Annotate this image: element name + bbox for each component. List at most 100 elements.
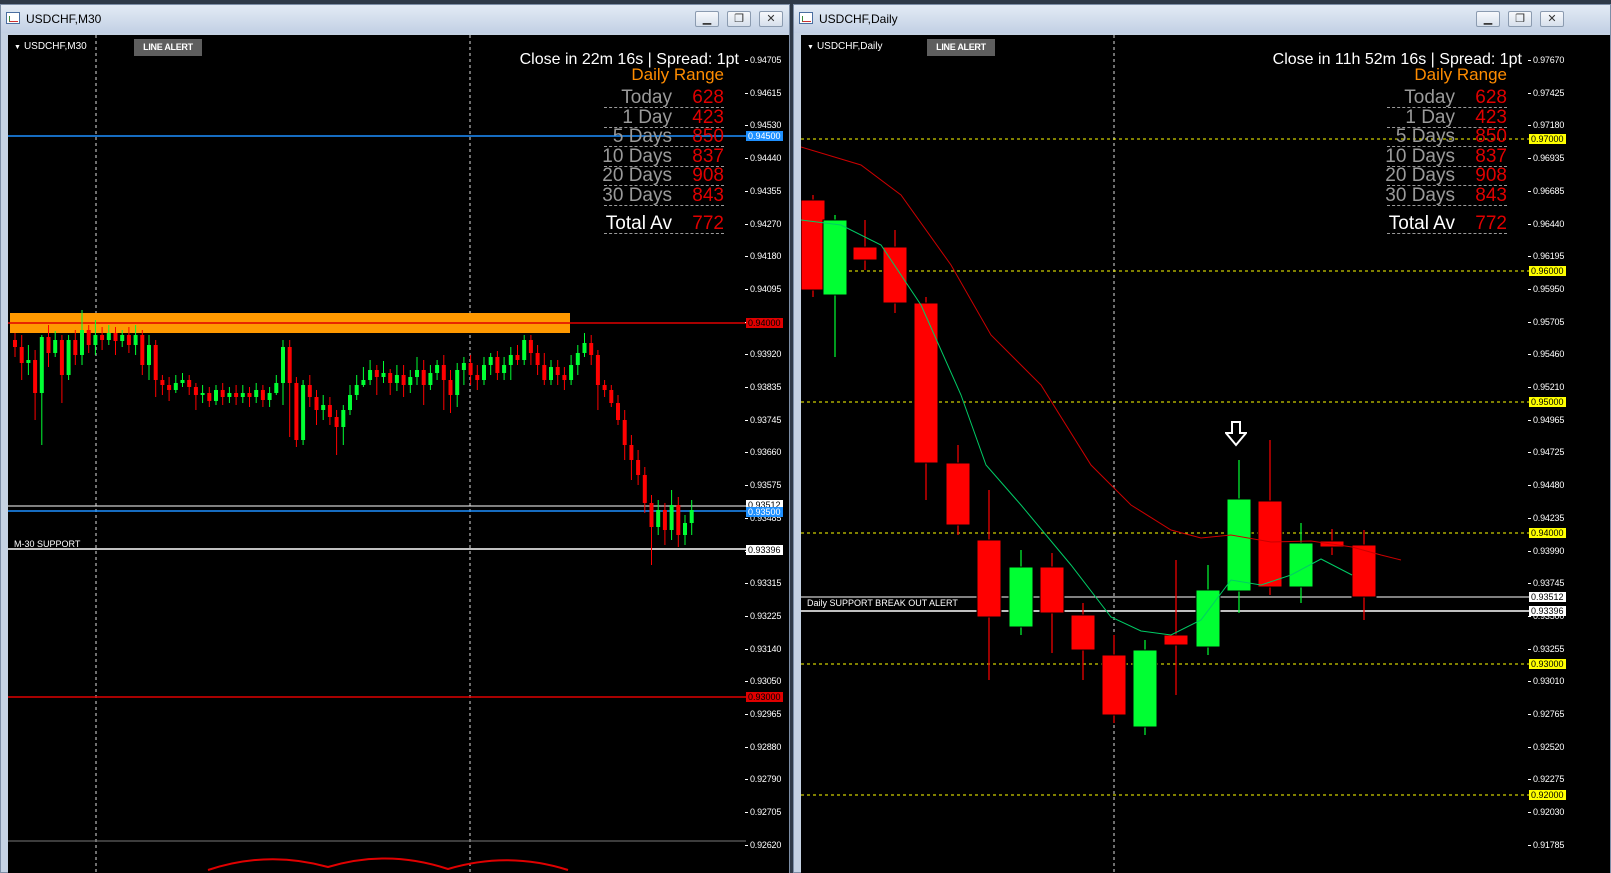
- daily-range-total-row: Total Av 772: [604, 213, 724, 234]
- price-tick-label: 0.93140: [744, 643, 782, 654]
- bearish-candle: [307, 385, 312, 397]
- price-chart-m30[interactable]: USDCHF,M30 LINE ALERT Close in 22m 16s |…: [8, 35, 746, 873]
- bearish-candle: [100, 335, 105, 340]
- restore-button[interactable]: ❐: [727, 11, 751, 27]
- price-tick-label: 0.94705: [744, 55, 782, 65]
- bullish-candle: [1132, 649, 1158, 728]
- minimize-button[interactable]: ▁: [1476, 11, 1500, 27]
- window-title: USDCHF,Daily: [819, 12, 898, 26]
- bullish-candle: [361, 380, 366, 385]
- price-tick-label: 0.93990: [1527, 545, 1565, 556]
- price-tick-label: 0.93835: [744, 382, 782, 392]
- bearish-candle: [801, 199, 826, 291]
- daily-range-total-value: 772: [692, 213, 724, 234]
- price-tick-label: 0.95210: [1527, 382, 1565, 392]
- bearish-candle: [882, 246, 908, 304]
- m30-support-label: M-30 SUPPORT: [14, 539, 81, 549]
- bullish-candle: [254, 390, 259, 397]
- bearish-candle: [314, 397, 319, 410]
- minimize-button[interactable]: ▁: [695, 11, 719, 27]
- bearish-candle: [595, 355, 600, 385]
- close-button[interactable]: ✕: [1540, 11, 1564, 27]
- price-tick-label: 0.95460: [1527, 349, 1565, 360]
- bearish-candle: [247, 393, 252, 397]
- bullish-candle: [549, 367, 553, 380]
- bullish-candle: [321, 405, 326, 410]
- minimize-icon: ▁: [1483, 13, 1493, 25]
- bearish-candle: [33, 360, 38, 393]
- bullish-candle: [582, 343, 587, 353]
- price-tick-label: 0.94725: [1527, 447, 1565, 458]
- daily-range-row: Today 628: [604, 87, 724, 108]
- price-level-tag: 0.93396: [746, 545, 783, 555]
- bearish-candle: [475, 375, 480, 380]
- price-level-tag: 0.93396: [1529, 606, 1566, 616]
- bearish-candle: [1070, 614, 1096, 651]
- close-button[interactable]: ✕: [759, 11, 783, 27]
- chart-window-daily[interactable]: USDCHF,Daily ▁ ❐ ✕ USDCHF,Daily LINE ALE…: [793, 4, 1611, 873]
- daily-range-row: 10 Days 837: [602, 146, 724, 167]
- window-titlebar[interactable]: USDCHF,Daily ▁ ❐ ✕: [794, 5, 1610, 33]
- price-tick-label: 0.93575: [744, 480, 782, 491]
- daily-range-panel: Daily Range Today 628 1 Day 423 5 Days 850 10 D…: [602, 65, 724, 235]
- bearish-candle: [495, 357, 500, 373]
- daily-range-row: 1 Day 423: [604, 107, 724, 128]
- bullish-candle: [173, 383, 178, 390]
- bullish-candle: [488, 357, 493, 365]
- slow-moving-average: [801, 146, 1402, 561]
- bearish-candle: [19, 347, 24, 363]
- daily-range-row: Today 628: [1387, 87, 1507, 108]
- price-tick-label: 0.92030: [1527, 807, 1565, 818]
- line-alert-button[interactable]: LINE ALERT: [927, 39, 995, 56]
- bullish-candle: [415, 370, 419, 377]
- bullish-candle: [368, 370, 373, 380]
- price-axis-daily[interactable]: 0.97670 0.97425 0.97180 0.96935 0.96685 0.964…: [1527, 35, 1610, 873]
- bearish-candle: [287, 347, 292, 383]
- price-tick-label: 0.93010: [1527, 676, 1565, 687]
- window-titlebar[interactable]: USDCHF,M30 ▁ ❐ ✕: [1, 5, 789, 33]
- bearish-candle: [555, 367, 560, 375]
- bullish-candle: [455, 370, 460, 395]
- price-chart-daily[interactable]: USDCHF,Daily LINE ALERT Close in 11h 52m…: [801, 35, 1529, 873]
- bearish-candle: [187, 380, 192, 387]
- bearish-candle: [294, 383, 299, 440]
- bearish-candle: [945, 462, 971, 526]
- bullish-candle: [133, 335, 138, 345]
- chart-symbol-label: USDCHF,Daily: [807, 41, 883, 52]
- bearish-candle: [441, 365, 446, 380]
- price-level-tag: 0.94000: [1529, 528, 1566, 538]
- bullish-candle: [39, 337, 44, 393]
- bearish-candle: [642, 475, 647, 503]
- daily-range-total-label: Total Av: [605, 213, 672, 234]
- bearish-candle: [46, 337, 51, 353]
- bearish-candle: [374, 370, 379, 377]
- bearish-candle: [160, 380, 165, 385]
- price-tick-label: 0.96440: [1527, 218, 1565, 229]
- price-tick-label: 0.93225: [744, 610, 782, 621]
- bullish-candle: [435, 365, 440, 373]
- restore-button[interactable]: ❐: [1508, 11, 1532, 27]
- price-tick-label: 0.94480: [1527, 480, 1565, 491]
- line-alert-button[interactable]: LINE ALERT: [134, 39, 202, 56]
- bullish-candle: [180, 380, 185, 383]
- price-tick-label: 0.93745: [1527, 578, 1565, 589]
- bullish-candle: [26, 360, 31, 363]
- price-tick-label: 0.94440: [744, 153, 782, 164]
- bullish-candle: [1226, 498, 1252, 592]
- daily-range-label: 30 Days: [1385, 184, 1455, 206]
- bearish-candle: [662, 510, 667, 530]
- price-tick-label: 0.93745: [744, 414, 782, 425]
- bullish-candle: [522, 340, 527, 360]
- price-tick-label: 0.96685: [1527, 185, 1565, 196]
- bullish-candle: [428, 373, 433, 385]
- daily-range-row: 10 Days 837: [1385, 146, 1507, 167]
- bullish-candle: [200, 393, 205, 395]
- bullish-candle: [53, 340, 58, 353]
- bearish-candle: [140, 335, 145, 365]
- daily-range-row: 5 Days 850: [604, 126, 724, 147]
- price-axis-m30[interactable]: 0.94705 0.94615 0.94530 0.94440 0.94355 0.942…: [744, 35, 789, 873]
- bullish-candle: [508, 355, 513, 365]
- bearish-candle: [1101, 654, 1127, 716]
- bullish-candle: [482, 365, 486, 380]
- chart-window-m30[interactable]: USDCHF,M30 ▁ ❐ ✕ USDCHF,M30 LINE ALERT C…: [0, 4, 790, 873]
